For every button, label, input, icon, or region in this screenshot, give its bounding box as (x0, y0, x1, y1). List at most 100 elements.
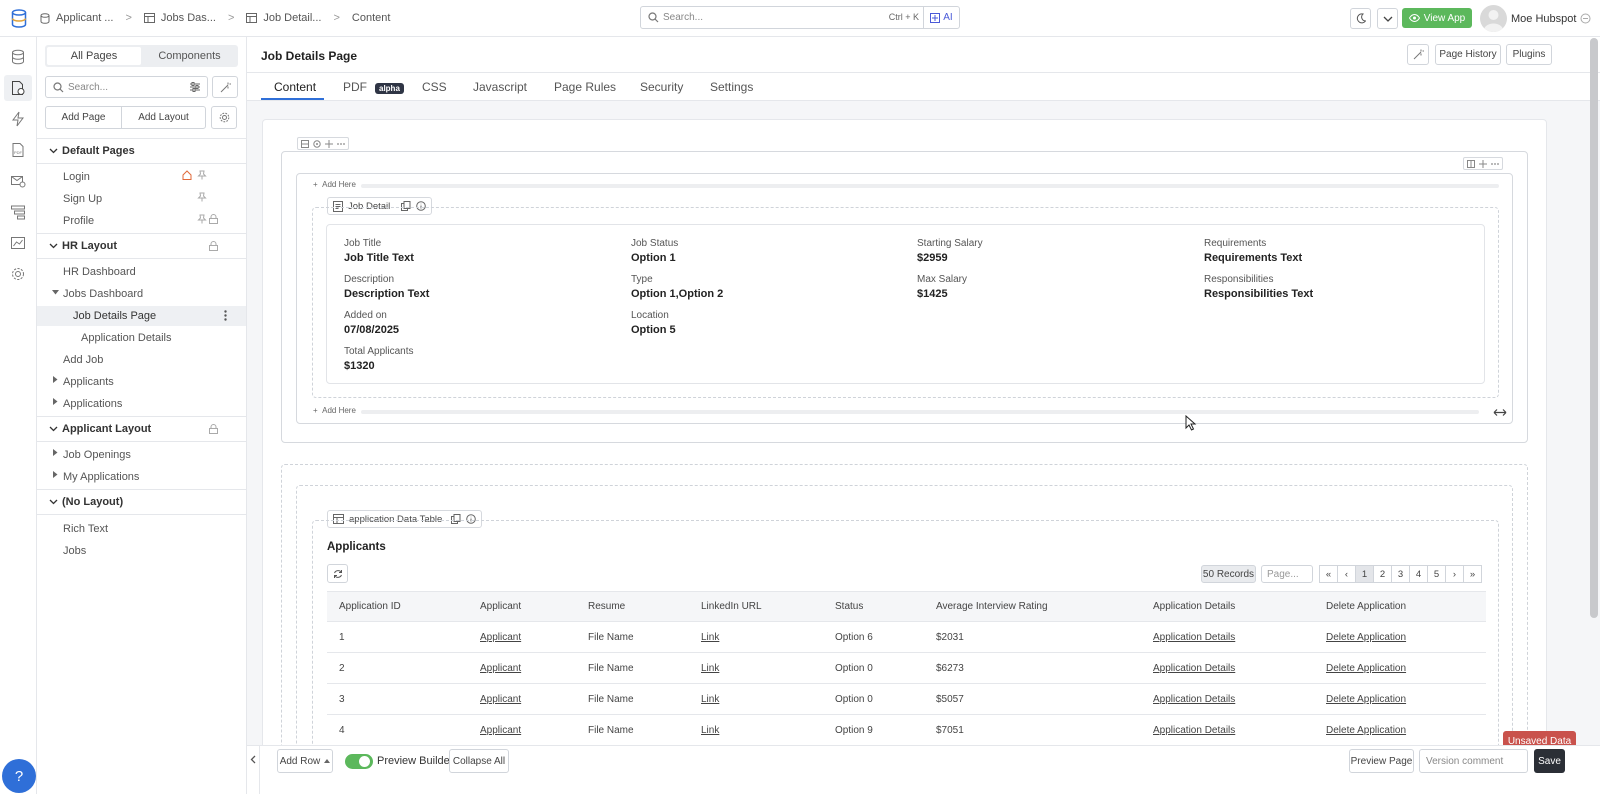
caret-down-icon[interactable] (52, 290, 59, 295)
cell-application-details-link[interactable]: Application Details (1153, 663, 1235, 674)
dark-mode-toggle[interactable] (1350, 8, 1371, 29)
column-header[interactable]: LinkedIn URL (701, 601, 762, 612)
tab-javascript[interactable]: Javascript (473, 80, 527, 94)
section-no-layout[interactable]: (No Layout) (37, 489, 246, 515)
sidebar-item-login[interactable]: Login (63, 171, 90, 183)
cell-linkedin-link[interactable]: Link (701, 632, 719, 643)
column-header[interactable]: Application ID (339, 601, 401, 612)
add-page-button[interactable]: Add Page (45, 106, 122, 129)
cell-linkedin-link[interactable]: Link (701, 694, 719, 705)
cell-delete-application-link[interactable]: Delete Application (1326, 663, 1406, 674)
sidebar-item-jobs[interactable]: Jobs (63, 545, 86, 557)
sidebar-item-my-applications[interactable]: My Applications (63, 471, 139, 483)
avatar[interactable] (1480, 5, 1507, 32)
tab-css[interactable]: CSS (422, 80, 447, 94)
sidebar-item-applications[interactable]: Applications (63, 398, 122, 410)
layout-icon[interactable] (301, 139, 309, 148)
tab-security[interactable]: Security (640, 80, 683, 94)
plugins-button[interactable]: Plugins (1506, 44, 1552, 65)
more-horizontal-icon[interactable] (1491, 160, 1499, 168)
magic-wand-button[interactable] (1407, 44, 1429, 65)
page-1-button[interactable]: 1 (1355, 565, 1374, 583)
email-icon[interactable] (10, 173, 26, 189)
sidebar-item-jobs-dashboard[interactable]: Jobs Dashboard (63, 288, 143, 300)
columns-icon[interactable] (1467, 159, 1475, 168)
tab-page-rules[interactable]: Page Rules (554, 80, 616, 94)
tab-settings[interactable]: Settings (710, 80, 753, 94)
cell-applicant-link[interactable]: Applicant (480, 694, 521, 705)
automation-icon[interactable] (10, 111, 26, 127)
resize-horizontal-icon[interactable] (1493, 408, 1507, 417)
sidebar-item-application-details[interactable]: Application Details (81, 332, 172, 344)
caret-right-icon[interactable] (53, 449, 58, 456)
home-icon[interactable] (182, 170, 192, 180)
sidebar-item-hr-dashboard[interactable]: HR Dashboard (63, 266, 136, 278)
cell-application-details-link[interactable]: Application Details (1153, 694, 1235, 705)
column-header[interactable]: Applicant (480, 601, 521, 612)
refresh-button[interactable] (327, 564, 348, 583)
page-2-button[interactable]: 2 (1373, 565, 1392, 583)
vertical-scrollbar[interactable] (1590, 38, 1598, 618)
breadcrumb-item[interactable]: Job Detail... (263, 12, 321, 24)
tab-content[interactable]: Content (274, 80, 316, 94)
preview-builder-toggle[interactable] (345, 754, 373, 769)
sidebar-item-job-openings[interactable]: Job Openings (63, 449, 131, 461)
section-default-pages[interactable]: Default Pages (37, 138, 246, 164)
preview-page-button[interactable]: Preview Page (1349, 749, 1414, 773)
pin-icon[interactable] (197, 214, 207, 224)
caret-right-icon[interactable] (53, 376, 58, 383)
page-prev-button[interactable]: ‹ (1337, 565, 1356, 583)
sidebar-search-input[interactable]: Search... (45, 76, 208, 98)
column-header[interactable]: Average Interview Rating (936, 601, 1048, 612)
sidebar-item-applicants[interactable]: Applicants (63, 376, 114, 388)
more-horizontal-icon[interactable] (337, 140, 345, 148)
add-layout-button[interactable]: Add Layout (121, 106, 206, 129)
cell-application-details-link[interactable]: Application Details (1153, 632, 1235, 643)
caret-right-icon[interactable] (53, 398, 58, 405)
page-last-button[interactable]: » (1463, 565, 1482, 583)
add-here-top[interactable]: + Add Here (313, 180, 356, 189)
sidebar-item-add-job[interactable]: Add Job (63, 354, 103, 366)
cell-applicant-link[interactable]: Applicant (480, 725, 521, 736)
tab-pdf[interactable]: PDF (343, 80, 367, 94)
cell-delete-application-link[interactable]: Delete Application (1326, 725, 1406, 736)
column-header[interactable]: Resume (588, 601, 625, 612)
breadcrumb-item[interactable]: Applicant ... (56, 12, 113, 24)
page-first-button[interactable]: « (1319, 565, 1338, 583)
global-search[interactable]: Search... Ctrl + K AI (640, 6, 960, 29)
collapse-sidebar-icon[interactable] (250, 755, 256, 764)
user-menu-icon[interactable] (1580, 13, 1591, 24)
app-menu-dropdown[interactable] (1377, 8, 1398, 29)
column-header[interactable]: Delete Application (1326, 601, 1406, 612)
cell-applicant-link[interactable]: Applicant (480, 632, 521, 643)
analytics-icon[interactable] (10, 235, 26, 251)
tab-all-pages[interactable]: All Pages (47, 47, 141, 65)
add-here-bottom[interactable]: + Add Here (313, 406, 356, 415)
move-icon[interactable] (1479, 159, 1487, 168)
user-name[interactable]: Moe Hubspot (1511, 13, 1576, 25)
cell-applicant-link[interactable]: Applicant (480, 663, 521, 674)
pdf-icon[interactable]: PDF (10, 142, 26, 158)
workflow-icon[interactable] (10, 204, 26, 220)
sidebar-item-profile[interactable]: Profile (63, 215, 94, 227)
sidebar-item-sign-up[interactable]: Sign Up (63, 193, 102, 205)
column-header[interactable]: Application Details (1153, 601, 1235, 612)
app-logo-icon[interactable] (11, 9, 27, 28)
pin-icon[interactable] (197, 192, 207, 202)
move-icon[interactable] (325, 139, 333, 148)
cell-application-details-link[interactable]: Application Details (1153, 725, 1235, 736)
save-button[interactable]: Save (1534, 749, 1565, 773)
version-comment-input[interactable]: Version comment (1419, 749, 1528, 773)
filter-sliders-icon[interactable] (189, 81, 201, 93)
cell-delete-application-link[interactable]: Delete Application (1326, 694, 1406, 705)
pages-icon[interactable] (10, 80, 26, 96)
cell-delete-application-link[interactable]: Delete Application (1326, 632, 1406, 643)
column-header[interactable]: Status (835, 601, 863, 612)
page-next-button[interactable]: › (1445, 565, 1464, 583)
tab-components[interactable]: Components (143, 47, 236, 65)
help-button[interactable]: ? (2, 759, 36, 793)
ai-button[interactable]: AI (923, 7, 959, 28)
add-row-button[interactable]: Add Row (277, 749, 333, 773)
gear-icon[interactable] (10, 266, 26, 282)
page-history-button[interactable]: Page History (1435, 44, 1501, 65)
